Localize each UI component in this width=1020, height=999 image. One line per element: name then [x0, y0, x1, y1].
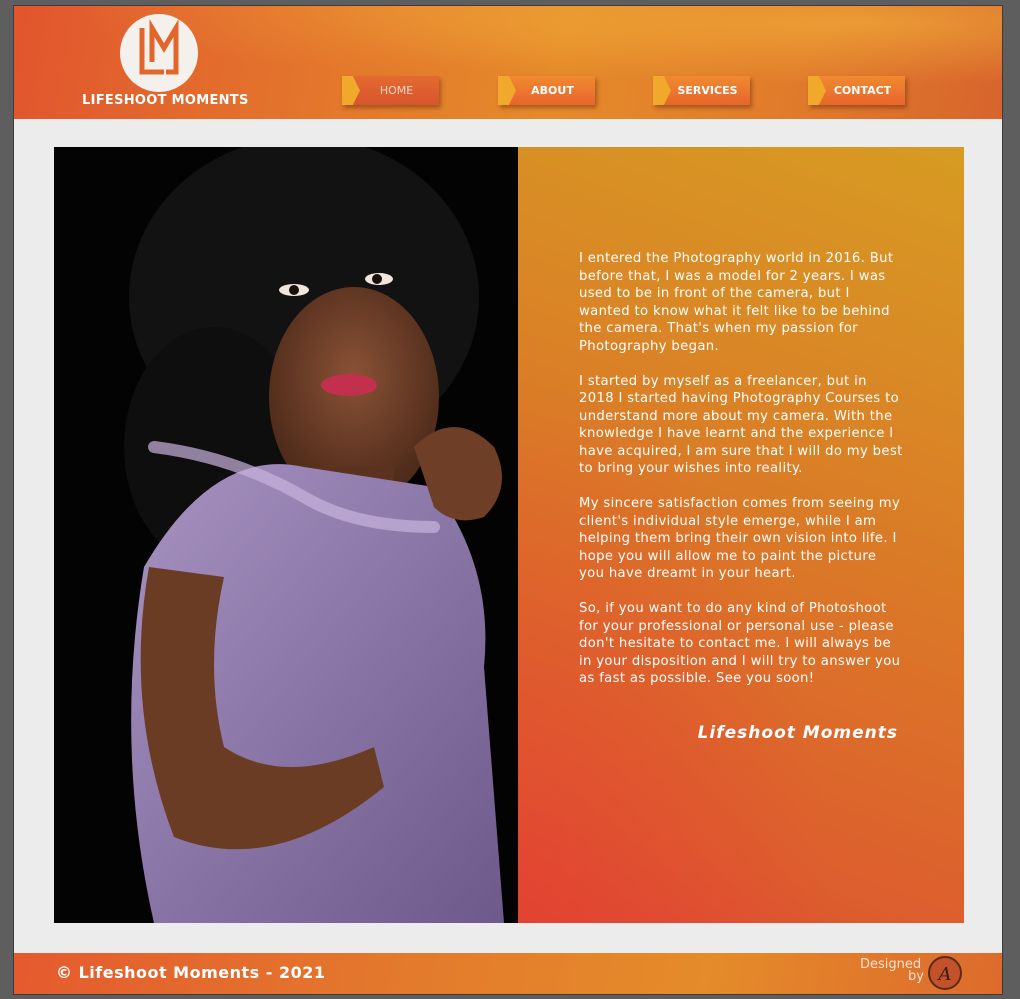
- designed-by-text: Designed by: [860, 958, 924, 984]
- bio-text: I entered the Photography world in 2016.…: [579, 250, 904, 705]
- brand-name[interactable]: LIFESHOOT MOMENTS: [82, 93, 249, 108]
- nav-flag-icon: [808, 76, 826, 105]
- nav-services-button[interactable]: SERVICES: [653, 76, 750, 105]
- about-section: I entered the Photography world in 2016.…: [54, 147, 964, 923]
- bio-paragraph: I started by myself as a freelancer, but…: [579, 373, 903, 477]
- nav-flag-icon: [342, 76, 360, 105]
- nav-flag-icon: [653, 76, 671, 105]
- designer-mark: A: [937, 964, 952, 985]
- nav-home-label: HOME: [379, 84, 414, 97]
- nav-about-button[interactable]: ABOUT: [498, 76, 595, 105]
- about-text-panel: I entered the Photography world in 2016.…: [518, 147, 964, 923]
- designer-logo-icon[interactable]: A: [928, 956, 962, 990]
- nav-home-button[interactable]: HOME: [342, 76, 439, 105]
- signature: Lifeshoot Moments: [697, 723, 898, 743]
- page-frame: LIFESHOOT MOMENTS HOME ABOUT SERVICES CO…: [14, 6, 1002, 994]
- portrait-photo: [54, 147, 518, 923]
- nav-services-label: SERVICES: [677, 84, 738, 97]
- bio-paragraph: I entered the Photography world in 2016.…: [579, 251, 894, 354]
- site-header: LIFESHOOT MOMENTS HOME ABOUT SERVICES CO…: [14, 6, 1002, 119]
- nav-about-label: ABOUT: [531, 84, 574, 97]
- nav-flag-icon: [498, 76, 516, 105]
- site-footer: © Lifeshoot Moments - 2021 Designed by A: [14, 953, 1002, 994]
- nav-contact-label: CONTACT: [833, 84, 892, 97]
- copyright-text: © Lifeshoot Moments - 2021: [56, 963, 326, 982]
- bio-paragraph: My sincere satisfaction comes from seein…: [579, 496, 901, 581]
- logo-icon[interactable]: [120, 14, 198, 92]
- nav-contact-button[interactable]: CONTACT: [808, 76, 905, 105]
- bio-paragraph: So, if you want to do any kind of Photos…: [579, 601, 901, 686]
- by-label: by: [908, 969, 924, 984]
